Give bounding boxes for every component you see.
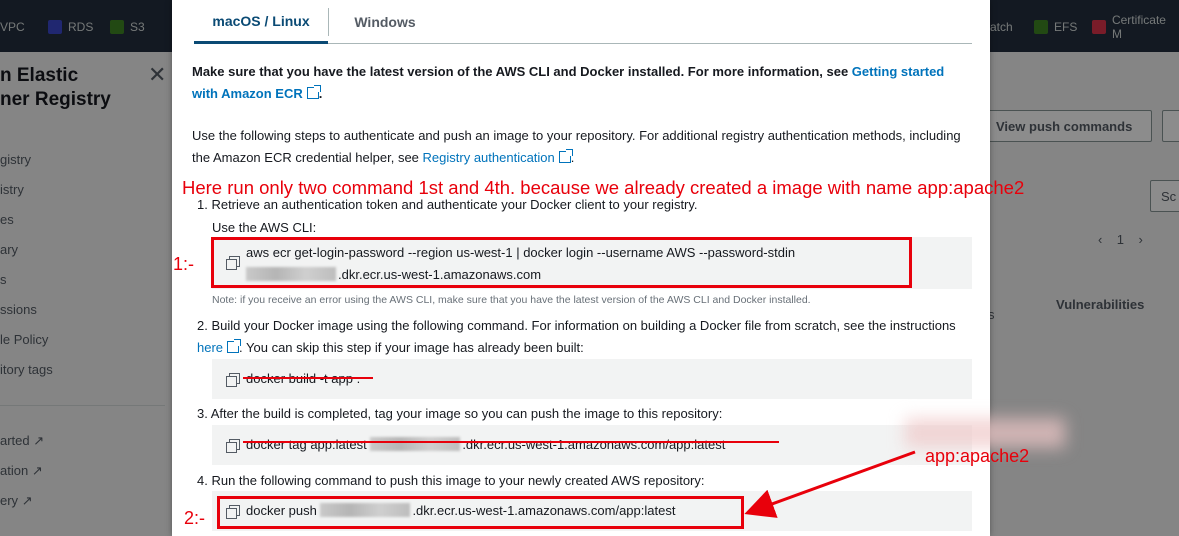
tab-macos-linux[interactable]: macOS / Linux — [194, 0, 328, 44]
here-link-text: here — [197, 340, 224, 355]
external-link-icon — [227, 339, 242, 353]
step-3-code-block: docker tag app:latest .dkr.ecr.us-west-1… — [212, 425, 972, 465]
step-3-command: docker tag app:latest .dkr.ecr.us-west-1… — [246, 437, 725, 452]
steps-intro-paragraph: Use the following steps to authenticate … — [192, 125, 962, 169]
annotation-label-1: 1:- — [173, 254, 195, 274]
copy-icon[interactable] — [226, 439, 240, 453]
external-link-icon — [558, 149, 573, 163]
tab-windows[interactable]: Windows — [330, 0, 440, 44]
external-link-icon — [306, 85, 321, 99]
annotation-strike-step-3 — [243, 441, 779, 443]
annotation-strike-step-2 — [243, 377, 373, 379]
copy-icon[interactable] — [226, 373, 240, 387]
os-tabs: macOS / Linux Windows — [194, 0, 972, 44]
annotation-label-2: 2:- — [184, 508, 206, 528]
step-3-command-suffix: .dkr.ecr.us-west-1.amazonaws.com/app:lat… — [462, 437, 726, 452]
step-3-command-prefix: docker tag app:latest — [246, 437, 371, 452]
redacted-area — [905, 418, 1065, 448]
step-2-text-a: 2. Build your Docker image using the fol… — [197, 318, 956, 333]
registry-authentication-link[interactable]: Registry authentication — [422, 149, 573, 165]
annotation-tag-note: app:apache2 — [925, 446, 1030, 466]
steps-intro-text: Use the following steps to authenticate … — [192, 128, 961, 165]
registry-authentication-link-text: Registry authentication — [422, 150, 555, 165]
annotation-header-note: Here run only two command 1st and 4th. b… — [182, 177, 1025, 198]
intro-paragraph: Make sure that you have the latest versi… — [192, 61, 962, 105]
annotation-box-step-1 — [211, 237, 912, 288]
step-1-subtitle: Use the AWS CLI: — [212, 220, 317, 235]
step-2-code-block: docker build -t app . — [212, 359, 972, 399]
intro-text: Make sure that you have the latest versi… — [192, 64, 852, 79]
step-2-text-b: . You can skip this step if your image h… — [239, 340, 584, 355]
step-2-text: 2. Build your Docker image using the fol… — [197, 315, 967, 359]
redacted-account-id — [370, 437, 461, 451]
instructions-here-link[interactable]: here — [197, 339, 242, 355]
tab-separator — [328, 8, 329, 36]
step-1-note: Note: if you receive an error using the … — [212, 294, 811, 306]
annotation-box-step-4 — [217, 496, 744, 529]
step-3-text: 3. After the build is completed, tag you… — [197, 406, 723, 421]
step-4-text: 4. Run the following command to push thi… — [197, 473, 705, 488]
